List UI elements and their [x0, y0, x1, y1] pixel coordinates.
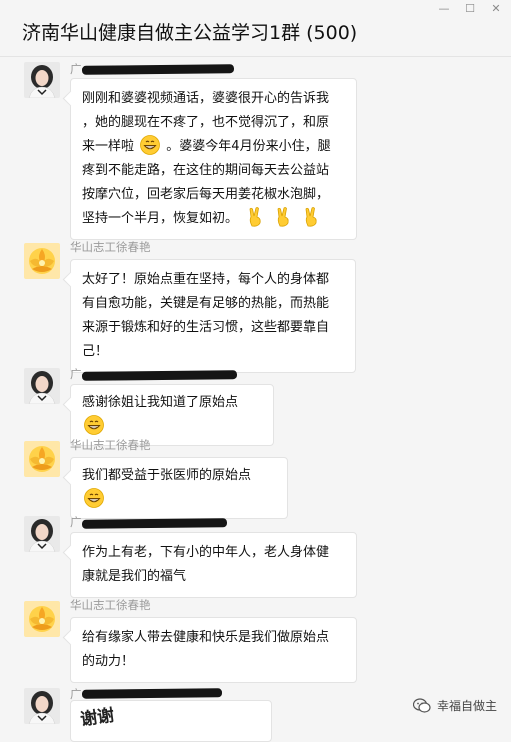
message-line: 给有缘家人带去健康和快乐是我们做原始点 [82, 630, 330, 645]
sticker-text: 谢谢 [79, 705, 116, 731]
message-line: 有自愈功能，关键是有足够的热能，而热能 [82, 296, 330, 311]
sender-name: 华山志工徐春艳 [70, 598, 151, 612]
watermark: 幸福自做主 [412, 697, 497, 714]
sender-name: 广 [70, 62, 82, 76]
avatar[interactable] [24, 601, 60, 637]
message-line: 。婆婆今年4月份来小住，腿 [166, 139, 331, 154]
avatar[interactable] [24, 441, 60, 477]
message-line: 来一样啦 [82, 139, 135, 154]
message-line: 疼到不能走路，在这住的期间每天去公益站 [82, 163, 330, 178]
avatar[interactable] [24, 516, 60, 552]
sender-name: 华山志工徐春艳 [70, 438, 151, 452]
message-line: 作为上有老，下有小的中年人，老人身体健 [82, 545, 330, 560]
message-bubble[interactable]: 刚刚和婆婆视频通话，婆婆很开心的告诉我 ，她的腿现在不疼了，也不觉得沉了，和原 … [70, 78, 357, 240]
redacted-name [81, 518, 228, 529]
message-line: 感谢徐姐让我知道了原始点 [82, 395, 239, 410]
maximize-icon[interactable]: ☐ [463, 3, 477, 15]
victory-hand-icon [249, 207, 261, 227]
victory-hand-icon [277, 207, 289, 227]
sender-name: 广 [70, 367, 82, 381]
redacted-name [81, 370, 238, 381]
message-line: 己！ [82, 344, 109, 359]
message-line: 坚持一个半月，恢复如初。 [82, 211, 239, 226]
message-line: 刚刚和婆婆视频通话，婆婆很开心的告诉我 [82, 91, 330, 106]
avatar[interactable] [24, 688, 60, 724]
redacted-name [81, 64, 235, 75]
message-line: 太好了！原始点重在坚持，每个人的身体都 [82, 272, 330, 287]
minimize-icon[interactable]: — [437, 3, 451, 15]
sender-name: 华山志工徐春艳 [70, 240, 151, 254]
message-line: ，她的腿现在不疼了，也不觉得沉了，和原 [82, 115, 330, 130]
avatar[interactable] [24, 368, 60, 404]
redacted-name [81, 688, 223, 699]
wechat-icon [412, 697, 431, 713]
message-bubble[interactable]: 作为上有老，下有小的中年人，老人身体健 康就是我们的福气 [70, 532, 357, 598]
avatar[interactable] [24, 62, 60, 98]
title-divider [0, 56, 511, 57]
message-line: 我们都受益于张医师的原始点 [82, 468, 252, 483]
message-line: 的动力！ [82, 654, 135, 669]
chat-title: 济南华山健康自做主公益学习1群 (500) [22, 22, 358, 44]
message-bubble[interactable]: 我们都受益于张医师的原始点 [70, 457, 288, 519]
grin-emoji-icon [140, 135, 161, 155]
victory-hand-icon [306, 207, 318, 227]
watermark-text: 幸福自做主 [436, 699, 497, 713]
message-line: 康就是我们的福气 [82, 569, 187, 584]
window-controls: — ☐ ✕ [437, 3, 503, 15]
message-bubble[interactable]: 给有缘家人带去健康和快乐是我们做原始点 的动力！ [70, 617, 357, 683]
sender-name: 广 [70, 515, 82, 529]
close-icon[interactable]: ✕ [489, 3, 503, 15]
avatar[interactable] [24, 243, 60, 279]
message-line: 来源于锻炼和好的生活习惯，这些都要靠自 [82, 320, 330, 335]
grin-emoji-icon [84, 415, 104, 435]
grin-emoji-icon [84, 488, 104, 508]
message-bubble[interactable]: 太好了！原始点重在坚持，每个人的身体都 有自愈功能，关键是有足够的热能，而热能 … [70, 259, 356, 373]
message-line: 按摩穴位，回老家后每天用姜花椒水泡脚， [82, 187, 330, 202]
